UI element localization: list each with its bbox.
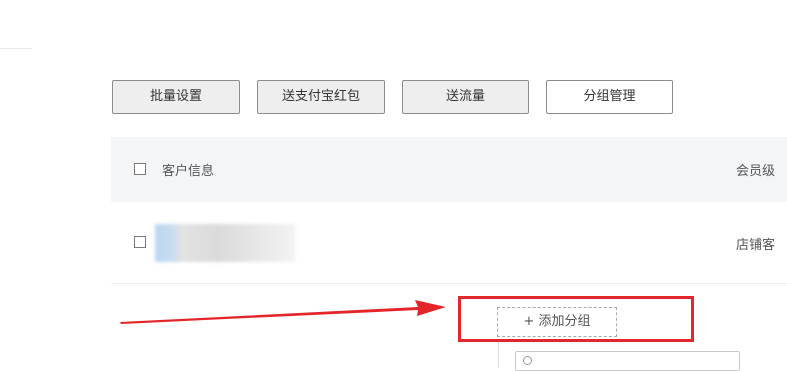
arrow-annotation: [120, 300, 446, 324]
